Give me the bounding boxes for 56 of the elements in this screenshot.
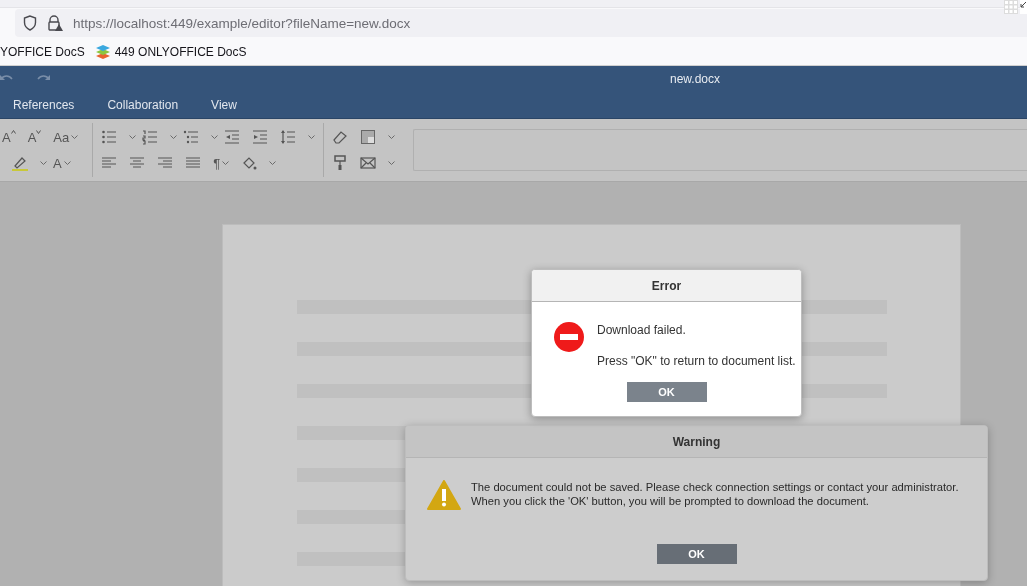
- eraser-icon[interactable]: [332, 129, 349, 145]
- lock-warning-icon[interactable]: [47, 15, 63, 31]
- dropdown-icon: [170, 134, 178, 140]
- font-color-button[interactable]: A: [53, 155, 62, 171]
- align-center-icon[interactable]: [129, 155, 146, 171]
- increase-indent-icon[interactable]: [252, 129, 269, 145]
- bookmark[interactable]: 449 ONLYOFFICE DocS: [114, 44, 247, 59]
- ok-button[interactable]: OK: [656, 544, 737, 564]
- dropdown-icon: [388, 160, 396, 166]
- shrink-font-button[interactable]: A: [27, 129, 42, 145]
- menu-tab[interactable]: References: [3, 94, 85, 116]
- justify-icon[interactable]: [185, 155, 202, 171]
- shading-icon[interactable]: [360, 129, 377, 145]
- menu-tab[interactable]: Collaboration: [97, 94, 189, 116]
- ok-button[interactable]: OK: [626, 382, 707, 402]
- align-left-icon[interactable]: [101, 155, 118, 171]
- paragraph-marks-button[interactable]: ¶: [213, 155, 221, 171]
- error-icon: [554, 322, 584, 352]
- grow-font-button[interactable]: A: [2, 129, 16, 145]
- dialog-title: Warning: [672, 434, 721, 449]
- multilevel-list-icon[interactable]: [183, 129, 200, 145]
- dropdown-icon: [222, 160, 230, 166]
- dropdown-icon: [211, 134, 219, 140]
- dropdown-icon: [63, 160, 71, 166]
- expand-icon[interactable]: [1020, 0, 1027, 14]
- menu-tab[interactable]: View: [201, 94, 247, 116]
- address-bar[interactable]: https://localhost:449/example/editor?fileName=new.docx: [15, 9, 1027, 37]
- bookmark[interactable]: YOFFICE DocS: [0, 44, 85, 59]
- dialog-message: The document could not be saved. Please check connection settings or contact your administrator.: [471, 481, 959, 493]
- dropdown-icon: [71, 134, 79, 140]
- change-case-button[interactable]: Aa: [53, 129, 70, 145]
- dropdown-icon: [388, 134, 396, 140]
- decrease-indent-icon[interactable]: [224, 129, 241, 145]
- document-title: new.docx: [669, 72, 720, 86]
- dropdown-icon: [269, 160, 277, 166]
- caret-up-icon: [10, 129, 16, 134]
- layers-icon[interactable]: [94, 44, 111, 59]
- url-text[interactable]: https://localhost:449/example/editor?fileName=new.docx: [73, 15, 411, 31]
- shield-icon[interactable]: [23, 15, 37, 31]
- paint-roller-icon[interactable]: [332, 155, 349, 171]
- dialog-message: When you click the 'OK' button, you will be prompted to download the document.: [471, 495, 869, 507]
- dialog-message: Download failed.: [597, 323, 686, 337]
- dialog-title: Error: [651, 278, 682, 293]
- numbered-list-icon[interactable]: [142, 129, 159, 145]
- align-right-icon[interactable]: [157, 155, 174, 171]
- dropdown-icon: [129, 134, 137, 140]
- highlighter-icon[interactable]: [12, 155, 28, 171]
- warning-icon: [427, 480, 461, 510]
- dialog-message: Press "OK" to return to document list.: [597, 354, 796, 368]
- bullet-list-icon[interactable]: [101, 129, 118, 145]
- line-spacing-icon[interactable]: [280, 129, 297, 145]
- dropdown-icon: [308, 134, 316, 140]
- paint-bucket-icon[interactable]: [241, 155, 258, 171]
- envelope-icon[interactable]: [360, 155, 377, 171]
- dropdown-icon: [40, 160, 47, 166]
- caret-down-icon: [36, 129, 42, 134]
